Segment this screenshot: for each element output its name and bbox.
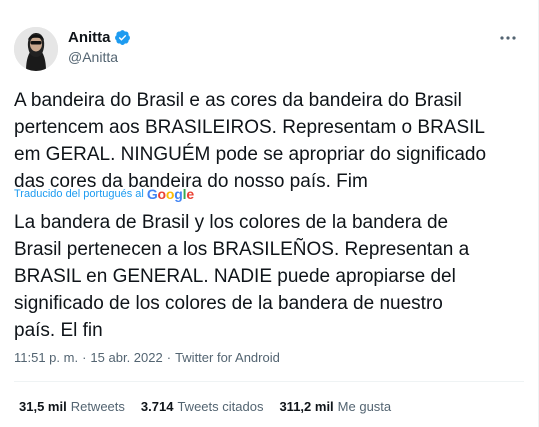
author-name[interactable]: Anitta <box>68 29 111 46</box>
retweets-count: 31,5 mil <box>19 399 67 414</box>
more-dots-icon <box>500 36 516 40</box>
tweet-time[interactable]: 11:51 p. m. <box>14 350 78 365</box>
meta-separator: · <box>82 350 87 365</box>
tweet-text-translation: La bandera de Brasil y los colores de la… <box>14 212 470 341</box>
quote-tweets-label: Tweets citados <box>177 399 264 414</box>
likes-stat[interactable]: 311,2 mil Me gusta <box>279 399 391 414</box>
translation-label[interactable]: Traducido del portugués al <box>14 188 144 200</box>
avatar-image <box>14 27 58 71</box>
quote-tweets-count: 3.714 <box>140 399 174 414</box>
google-logo: Google <box>146 186 194 202</box>
engagement-stats: 31,5 mil Retweets 3.714 Tweets citados 3… <box>19 399 391 414</box>
tweet-source[interactable]: Twitter for Android <box>175 350 280 365</box>
likes-count: 311,2 mil <box>279 399 334 414</box>
tweet-detail: Anitta @Anitta A bandeira do Brasil e as… <box>0 0 539 427</box>
translation-attribution[interactable]: Traducido del portugués al Google <box>14 186 194 202</box>
tweet-date[interactable]: 15 abr. 2022 <box>90 350 162 365</box>
retweets-label: Retweets <box>70 399 125 414</box>
quote-tweets-stat[interactable]: 3.714 Tweets citados <box>141 399 264 414</box>
meta-separator: · <box>166 350 172 365</box>
likes-label: Me gusta <box>337 399 392 414</box>
divider <box>14 381 524 382</box>
tweet-text-original: A bandeira do Brasil e as cores da bande… <box>14 90 487 192</box>
avatar[interactable] <box>14 27 58 71</box>
tweet-metadata: 11:51 p. m. · 15 abr. 2022 · Twitter for… <box>14 350 280 365</box>
verified-badge-icon <box>114 29 131 46</box>
more-options-button[interactable] <box>498 28 518 53</box>
author-name-row: Anitta <box>68 29 131 46</box>
retweets-stat[interactable]: 31,5 mil Retweets <box>19 399 125 414</box>
author-handle[interactable]: @Anitta <box>68 49 118 65</box>
